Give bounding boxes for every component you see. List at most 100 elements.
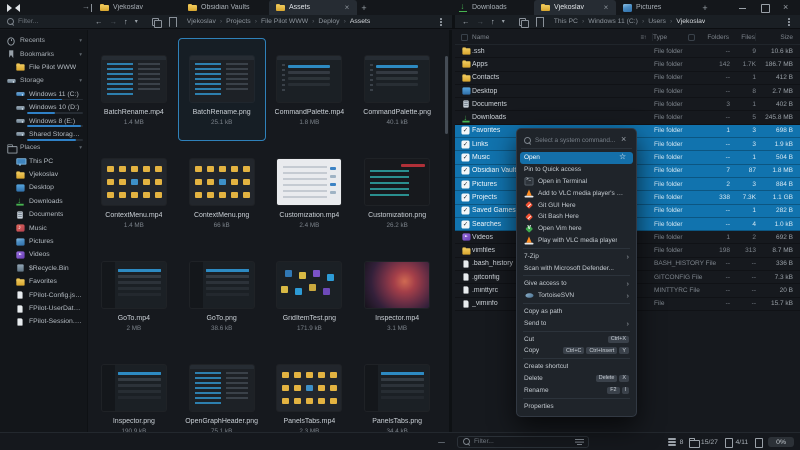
menu-item[interactable]: Add to VLC media player's Playlist xyxy=(520,187,633,199)
forward-button[interactable] xyxy=(110,17,118,27)
menu-item[interactable]: Open Vim here xyxy=(520,223,633,235)
grid-item[interactable]: Inspector.png 190.9 kB xyxy=(90,347,178,432)
menu-item[interactable]: 7-Zip xyxy=(520,250,633,262)
grid-item[interactable]: GoTo.png 38.6 kB xyxy=(178,244,266,347)
grid-item[interactable]: PanelsTabs.png 34.4 kB xyxy=(353,347,441,432)
file-row[interactable]: Downloads File folder -- 5 245.8 MB xyxy=(455,111,800,124)
menu-item[interactable]: Rename F2I xyxy=(520,384,633,396)
breadcrumb-segment[interactable]: Projects xyxy=(216,18,251,25)
sidebar-item[interactable]: $Recycle.Bin xyxy=(0,262,87,275)
sidebar-item[interactable]: Pictures xyxy=(0,235,87,248)
sort-ascending-icon[interactable] xyxy=(640,34,646,41)
file-row[interactable]: Desktop File folder -- 8 2.7 MB xyxy=(455,85,800,98)
breadcrumb-segment[interactable]: Users xyxy=(638,18,666,25)
tab[interactable]: Pictures xyxy=(616,0,698,15)
sidebar-item[interactable]: Shared Storage (F:) xyxy=(0,128,87,141)
tab-close-icon[interactable] xyxy=(602,4,610,12)
up-button[interactable] xyxy=(124,17,128,27)
tab[interactable]: Obsidian Vaults xyxy=(181,0,269,15)
file-row[interactable]: Apps File folder 142 1.7K 186.7 MB xyxy=(455,58,800,71)
breadcrumb-segment[interactable]: File Pilot WWW xyxy=(251,18,308,25)
breadcrumb-segment[interactable]: Vjekoslav xyxy=(666,18,705,25)
usage-percent-badge[interactable]: 0% xyxy=(768,437,794,447)
grid-item[interactable]: Inspector.mp4 3.1 MB xyxy=(353,244,441,347)
column-header-folders[interactable]: Folders xyxy=(703,34,729,41)
menu-item[interactable]: Copy Ctrl+CCtrl+InsertY xyxy=(520,345,633,357)
column-header-name[interactable]: Name xyxy=(472,34,652,41)
more-options-icon[interactable] xyxy=(784,17,793,27)
grid-item[interactable]: ContextMenu.mp4 1.4 MB xyxy=(90,141,178,244)
tab[interactable]: Assets xyxy=(269,0,357,15)
scrollbar-thumb[interactable] xyxy=(445,56,448,134)
sidebar-item[interactable]: Favorites xyxy=(0,275,87,288)
column-header-size[interactable]: Size xyxy=(756,34,800,41)
menu-item[interactable]: Properties xyxy=(520,400,633,412)
sidebar-item[interactable]: Music xyxy=(0,221,87,234)
sidebar-item[interactable]: Storage xyxy=(0,74,87,87)
breadcrumb-segment[interactable]: This PC xyxy=(554,18,578,25)
sidebar-item[interactable]: Videos xyxy=(0,248,87,261)
breadcrumb-segment[interactable]: Deploy xyxy=(308,18,339,25)
sidebar-item[interactable]: Windows 11 (C:) xyxy=(0,88,87,101)
command-search-input[interactable]: Select a system command... xyxy=(521,133,632,149)
file-row[interactable]: Documents File folder 3 1 402 B xyxy=(455,98,800,111)
more-options-icon[interactable] xyxy=(436,17,445,27)
sidebar-item[interactable]: Windows 8 (E:) xyxy=(0,114,87,127)
close-button[interactable] xyxy=(782,3,791,12)
grid-item[interactable]: CommandPalette.mp4 1.8 MB xyxy=(266,38,354,141)
tab[interactable]: Downloads xyxy=(452,0,534,15)
menu-item[interactable]: Git Bash Here xyxy=(520,211,633,223)
bookmark-icon[interactable] xyxy=(168,17,176,27)
collapse-sidebar-icon[interactable] xyxy=(82,3,93,13)
sidebar-item[interactable]: Recents xyxy=(0,34,87,47)
grid-item[interactable]: BatchRename.png 25.1 kB xyxy=(178,38,266,141)
grid-item[interactable]: CommandPalette.png 40.1 kB xyxy=(353,38,441,141)
grid-item[interactable]: GridItemTest.png 171.9 kB xyxy=(266,244,354,347)
menu-item[interactable]: Scan with Microsoft Defender... xyxy=(520,262,633,274)
tab[interactable]: Vjekoslav xyxy=(534,0,616,15)
sidebar-item[interactable]: FPilot-UserData.json xyxy=(0,302,87,315)
menu-item[interactable]: Pin to Quick access xyxy=(520,164,633,176)
new-folder-icon[interactable] xyxy=(151,17,161,27)
menu-item[interactable]: Send to xyxy=(520,317,633,329)
filter-options-icon[interactable] xyxy=(575,437,584,446)
column-header-files[interactable]: Files xyxy=(729,34,755,41)
sidebar-item[interactable]: Bookmarks xyxy=(0,47,87,60)
back-button[interactable] xyxy=(462,17,470,27)
sidebar-item[interactable]: Places xyxy=(0,141,87,154)
grid-item[interactable]: OpenGraphHeader.png 75.1 kB xyxy=(178,347,266,432)
menu-item[interactable]: Open xyxy=(520,152,633,164)
close-icon[interactable] xyxy=(620,136,630,146)
menu-item[interactable]: Create shortcut xyxy=(520,361,633,373)
minimize-button[interactable] xyxy=(738,3,747,12)
grid-item[interactable]: PanelsTabs.mp4 2.3 MB xyxy=(266,347,354,432)
history-dropdown-icon[interactable] xyxy=(135,16,138,27)
breadcrumb-segment[interactable]: Assets xyxy=(340,18,371,25)
grid-item[interactable]: GoTo.mp4 2 MB xyxy=(90,244,178,347)
sidebar-item[interactable]: Vjekoslav xyxy=(0,168,87,181)
sidebar-filter-input[interactable]: Filter... xyxy=(0,17,88,26)
breadcrumb-segment[interactable]: Vjekoslav xyxy=(187,18,216,25)
grid-item[interactable]: Customization.png 26.2 kB xyxy=(353,141,441,244)
history-dropdown-icon[interactable] xyxy=(502,16,505,27)
maximize-button[interactable] xyxy=(760,3,769,12)
sidebar-item[interactable]: Desktop xyxy=(0,181,87,194)
star-icon[interactable] xyxy=(619,153,629,163)
grid-item[interactable]: ContextMenu.png 66 kB xyxy=(178,141,266,244)
tab[interactable]: Vjekoslav xyxy=(93,0,181,15)
sidebar-item[interactable]: FPilot-Config.json xyxy=(0,288,87,301)
breadcrumb-segment[interactable]: Windows 11 (C:) xyxy=(578,18,638,25)
menu-item[interactable]: Copy as path xyxy=(520,306,633,318)
list-filter-input[interactable]: Filter... xyxy=(457,436,589,449)
new-folder-icon[interactable] xyxy=(518,17,528,27)
menu-item[interactable]: Give access to xyxy=(520,278,633,290)
tab-close-icon[interactable] xyxy=(343,4,351,12)
sidebar-item[interactable]: Documents xyxy=(0,208,87,221)
menu-item[interactable]: Open in Terminal xyxy=(520,176,633,188)
select-all-checkbox[interactable] xyxy=(461,34,468,41)
menu-item[interactable]: Cut Ctrl+X xyxy=(520,333,633,345)
sidebar-item[interactable]: File Pilot WWW xyxy=(0,61,87,74)
columns-options-icon[interactable] xyxy=(688,34,695,41)
pane-resize-handle[interactable] xyxy=(438,442,445,444)
menu-item[interactable]: Play with VLC media player xyxy=(520,235,633,247)
